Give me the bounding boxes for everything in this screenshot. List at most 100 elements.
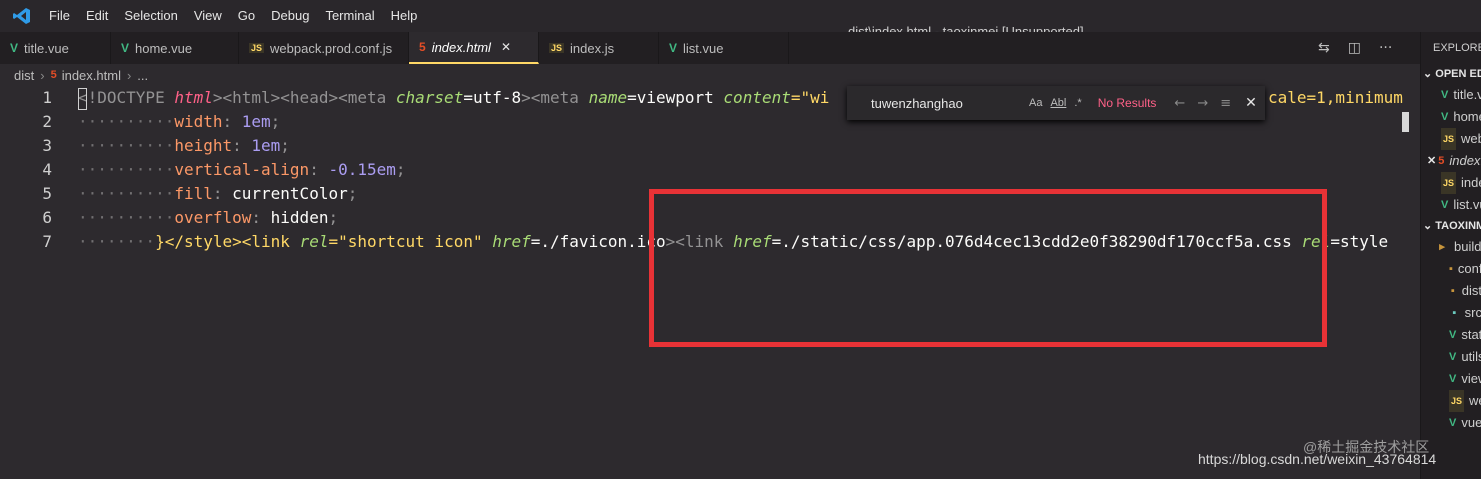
code-value: =./favicon.ico: [530, 232, 666, 251]
section-label: TAOXINMEI: [1435, 220, 1481, 232]
folder-icon: ▪: [1450, 285, 1455, 297]
vue-file-icon: V: [669, 41, 678, 55]
tree-item[interactable]: Vviews: [1421, 368, 1481, 390]
menu-help[interactable]: Help: [383, 0, 426, 32]
close-icon[interactable]: ✕: [501, 40, 511, 54]
open-editor-item[interactable]: Vhome.vue: [1421, 106, 1481, 128]
compare-changes-icon[interactable]: ⇆: [1318, 40, 1330, 56]
menu-selection[interactable]: Selection: [116, 0, 185, 32]
breadcrumb-more[interactable]: ...: [137, 68, 148, 83]
code-tags: ><html><head><meta: [212, 88, 396, 107]
tree-item[interactable]: ▸ build: [1421, 236, 1481, 258]
tree-item[interactable]: JS webpack: [1421, 390, 1481, 412]
find-widget: Aa Abl .* No Results ← → ≡ ✕: [847, 86, 1265, 120]
editor-tabs: V title.vue V home.vue JS webpack.prod.c…: [0, 32, 1420, 64]
whole-word-toggle[interactable]: Abl: [1050, 97, 1066, 109]
breadcrumb-file[interactable]: index.html: [62, 68, 121, 83]
code-string: ="shortcut icon": [328, 232, 493, 251]
menu-terminal[interactable]: Terminal: [317, 0, 382, 32]
tab-title-vue[interactable]: V title.vue: [0, 32, 111, 64]
tab-home-vue[interactable]: V home.vue: [111, 32, 239, 64]
tab-label: title.vue: [24, 40, 69, 56]
menu-debug[interactable]: Debug: [263, 0, 317, 32]
tab-index-html[interactable]: 5 index.html ✕: [409, 32, 539, 64]
css-property: height: [174, 136, 233, 155]
tab-index-js[interactable]: JS index.js: [539, 32, 659, 64]
open-editor-item[interactable]: Vlist.vue: [1421, 194, 1481, 216]
code-attr: name: [588, 88, 628, 107]
tab-list-vue[interactable]: V list.vue: [659, 32, 789, 64]
tab-label: home.vue: [135, 40, 193, 56]
previous-match-icon[interactable]: ←: [1174, 96, 1185, 111]
tab-label: list.vue: [683, 40, 724, 56]
code-value: =viewport: [627, 88, 724, 107]
split-editor-icon[interactable]: ◫: [1348, 40, 1361, 56]
code-attr: href: [492, 232, 531, 251]
close-find-icon[interactable]: ✕: [1245, 95, 1257, 111]
html-file-icon: 5: [50, 69, 57, 81]
vue-file-icon: V: [1441, 89, 1449, 101]
menu-go[interactable]: Go: [230, 0, 263, 32]
tree-item[interactable]: Vstatic: [1421, 324, 1481, 346]
code-tags: }</style><link: [155, 232, 300, 251]
html-file-icon: 5: [419, 40, 426, 54]
tab-label: index.html: [431, 39, 491, 55]
code-attr: content: [723, 88, 791, 107]
js-file-icon: JS: [1449, 390, 1465, 412]
tree-item[interactable]: ▪ config: [1421, 258, 1481, 280]
vue-file-icon: V: [10, 41, 19, 55]
section-label: OPEN EDITORS: [1435, 68, 1481, 80]
breadcrumb: dist › 5 index.html › ...: [0, 64, 1420, 86]
js-file-icon: JS: [249, 43, 265, 53]
close-icon[interactable]: ✕: [1427, 150, 1436, 172]
explorer-header: EXPLORER: [1433, 42, 1481, 54]
tree-item[interactable]: Vvue: [1421, 412, 1481, 434]
tree-item[interactable]: ▪ src: [1421, 302, 1481, 324]
title-bar: File Edit Selection View Go Debug Termin…: [0, 0, 1481, 39]
more-actions-icon[interactable]: ···: [1379, 40, 1392, 56]
file-icon: ▪: [1452, 307, 1457, 319]
menu-file[interactable]: File: [41, 0, 78, 32]
css-value: 1em: [251, 136, 281, 155]
open-editor-item[interactable]: Vtitle.vue: [1421, 84, 1481, 106]
breadcrumb-folder[interactable]: dist: [14, 68, 34, 83]
open-editor-item[interactable]: JS index.js: [1421, 172, 1481, 194]
tab-label: index.js: [570, 40, 615, 56]
code-line-3: ··········height: 1em;: [78, 136, 290, 155]
code-attr: rel: [299, 232, 329, 251]
vue-file-icon: V: [1449, 351, 1457, 363]
tab-webpack-prod-conf-js[interactable]: JS webpack.prod.conf.js: [239, 32, 409, 64]
folder-icon: ▸: [1439, 241, 1445, 253]
item-label: title.vue: [1453, 87, 1481, 102]
project-section[interactable]: ⌄ TAOXINMEI: [1421, 216, 1481, 236]
js-file-icon: JS: [1441, 172, 1457, 194]
code-string: ="wi: [790, 88, 830, 107]
explorer-panel: EXPLORER ⌄ OPEN EDITORS Vtitle.vue Vhome…: [1420, 32, 1481, 479]
menu-edit[interactable]: Edit: [78, 0, 116, 32]
find-in-selection-icon[interactable]: ≡: [1220, 96, 1231, 111]
item-label: views: [1461, 371, 1481, 386]
tree-item[interactable]: ▪ dist: [1421, 280, 1481, 302]
item-label: webpack: [1469, 393, 1481, 408]
menu-bar: File Edit Selection View Go Debug Termin…: [41, 0, 425, 32]
find-input[interactable]: [869, 90, 1021, 116]
code-html-keyword: html: [174, 88, 213, 107]
regex-toggle-icon[interactable]: .*: [1074, 97, 1081, 109]
next-match-icon[interactable]: →: [1197, 96, 1208, 111]
menu-view[interactable]: View: [186, 0, 230, 32]
line-number: 2: [42, 112, 52, 131]
css-property: width: [174, 112, 223, 131]
code-line-1-tail: cale=1,minimum: [1268, 88, 1403, 107]
css-value: hidden: [270, 208, 329, 227]
open-editor-item[interactable]: JS webpack.prod.conf.js: [1421, 128, 1481, 150]
open-editor-item[interactable]: ✕5 index.html: [1421, 150, 1481, 172]
item-label: home.vue: [1453, 109, 1481, 124]
match-case-toggle[interactable]: Aa: [1029, 97, 1042, 109]
item-label: build: [1454, 239, 1481, 254]
vertical-scrollbar[interactable]: [1402, 112, 1409, 132]
code-line-4: ··········vertical-align: -0.15em;: [78, 160, 406, 179]
code-doctype: <!DOCTYPE: [78, 88, 175, 107]
item-label: list.vue: [1453, 197, 1481, 212]
tree-item[interactable]: Vutils: [1421, 346, 1481, 368]
open-editors-section[interactable]: ⌄ OPEN EDITORS: [1421, 64, 1481, 84]
